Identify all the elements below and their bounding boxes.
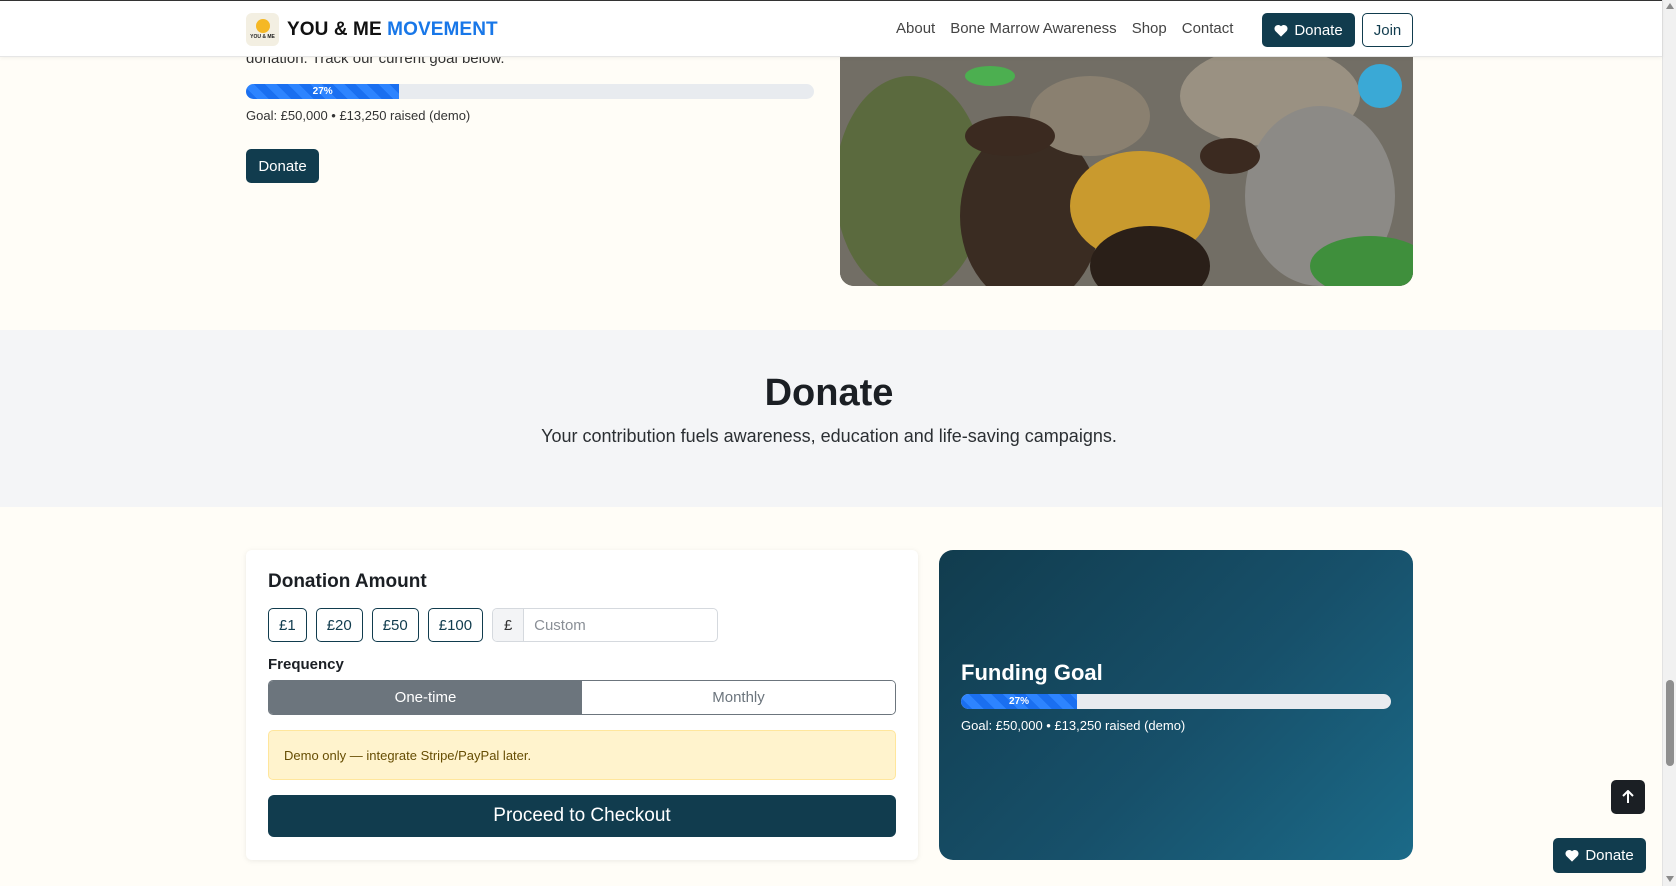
brand-name-prefix: YOU & ME [287, 18, 382, 40]
amount-20-button[interactable]: £20 [315, 608, 363, 642]
proceed-to-checkout-button[interactable]: Proceed to Checkout [268, 795, 896, 837]
heart-icon [1274, 24, 1288, 37]
donate-title: Donate [764, 372, 894, 414]
donate-subtitle: Your contribution fuels awareness, educa… [541, 426, 1117, 446]
funding-goal-text: Goal: £50,000 • £13,250 raised (demo) [961, 718, 1186, 733]
children-photo [840, 56, 1413, 286]
funding-goal-title: Funding Goal [961, 660, 1103, 685]
hero-progress-fill: 27% [246, 84, 400, 99]
frequency-one-time-option[interactable]: One-time [269, 681, 582, 714]
frequency-toggle: One-time Monthly [268, 680, 896, 715]
hero-donate-button[interactable]: Donate [246, 149, 319, 183]
nav-donate-button[interactable]: Donate [1262, 13, 1355, 47]
amount-50-button[interactable]: £50 [371, 608, 419, 642]
brand-logo: YOU & ME [246, 13, 279, 46]
navbar: YOU & ME YOU & ME MOVEMENT About Bone Ma… [0, 0, 1662, 57]
floating-donate-button[interactable]: Donate [1553, 838, 1646, 873]
floating-donate-label: Donate [1585, 847, 1634, 864]
hero-goal-text: Goal: £50,000 • £13,250 raised (demo) [246, 108, 471, 123]
nav-link-bone-marrow-awareness[interactable]: Bone Marrow Awareness [950, 20, 1116, 37]
amount-1-button[interactable]: £1 [268, 608, 307, 642]
nav-link-shop[interactable]: Shop [1132, 20, 1167, 37]
currency-symbol: £ [493, 609, 525, 641]
brand-name: YOU & ME MOVEMENT [287, 19, 498, 41]
arrow-up-icon [1622, 790, 1634, 803]
page-scrollbar[interactable] [1662, 0, 1676, 886]
photo-illustration [840, 56, 1413, 286]
funding-goal-card: Funding Goal 27% Goal: £50,000 • £13,250… [939, 550, 1413, 860]
brand-link[interactable]: YOU & ME YOU & ME MOVEMENT [246, 13, 498, 46]
logo-text: YOU & ME [250, 34, 275, 40]
scroll-down-arrow-icon[interactable] [1666, 876, 1674, 882]
amount-100-button[interactable]: £100 [427, 608, 484, 642]
scrollbar-thumb[interactable] [1666, 680, 1674, 766]
custom-amount-input[interactable] [524, 609, 715, 641]
custom-amount-group: £ [492, 608, 719, 642]
nav-donate-label: Donate [1294, 21, 1343, 39]
hero-progress-bar: 27% [246, 84, 814, 99]
nav-link-contact[interactable]: Contact [1182, 20, 1234, 37]
scroll-up-arrow-icon[interactable] [1666, 3, 1674, 9]
nav-join-button[interactable]: Join [1362, 13, 1413, 47]
donation-amount-title: Donation Amount [268, 571, 427, 592]
back-to-top-button[interactable] [1611, 780, 1645, 814]
frequency-label: Frequency [268, 656, 344, 673]
nav-links: About Bone Marrow Awareness Shop Contact [896, 20, 1248, 37]
heart-icon [1565, 849, 1579, 862]
donate-header-band [0, 330, 1662, 507]
frequency-monthly-option[interactable]: Monthly [582, 681, 895, 714]
funding-progress-bar: 27% [961, 694, 1391, 709]
demo-alert: Demo only — integrate Stripe/PayPal late… [268, 730, 896, 780]
nav-link-about[interactable]: About [896, 20, 935, 37]
brand-name-accent: MOVEMENT [387, 18, 498, 40]
donation-card: Donation Amount £1 £20 £50 £100 £ Freque… [246, 550, 918, 860]
lightbulb-icon [255, 19, 270, 33]
amount-options: £1 £20 £50 £100 £ [268, 608, 719, 642]
funding-progress-fill: 27% [961, 694, 1078, 709]
